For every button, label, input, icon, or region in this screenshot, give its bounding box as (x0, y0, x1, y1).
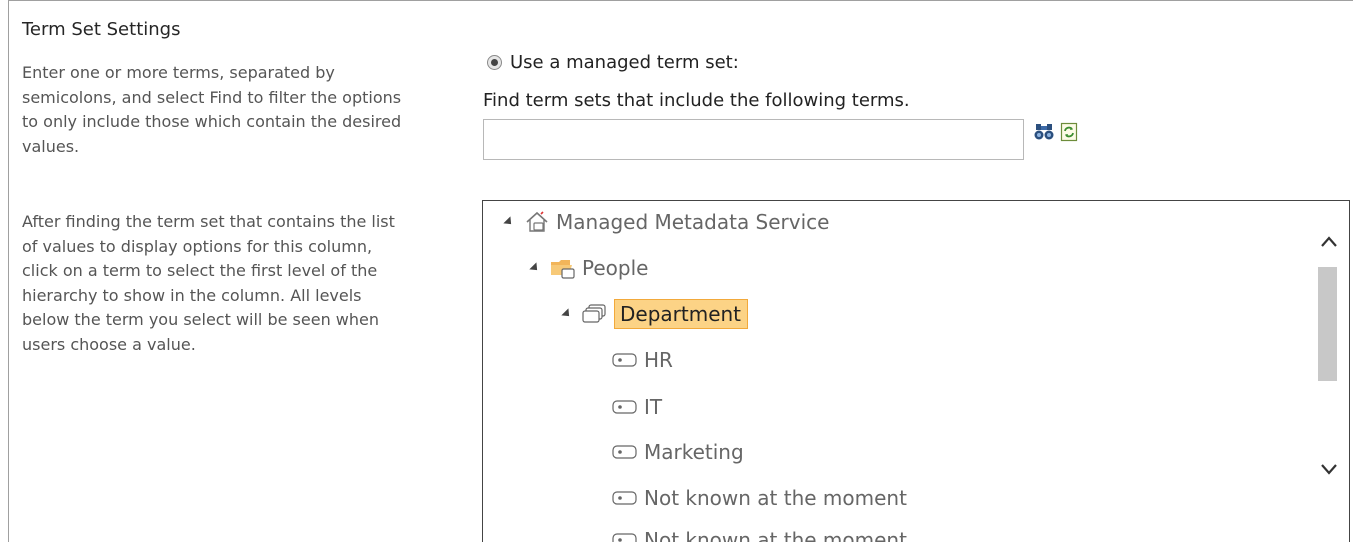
managed-term-set-label: Use a managed term set: (510, 52, 739, 73)
expand-triangle-icon[interactable] (561, 308, 573, 320)
radio-dot (491, 59, 498, 66)
scroll-down-icon[interactable] (1319, 461, 1339, 477)
term-label: HR (644, 348, 673, 372)
tree-group-label: People (582, 256, 649, 280)
term-label: Marketing (644, 440, 744, 464)
tree-term-item[interactable]: Not known at the moment (612, 528, 907, 542)
tree-node-group[interactable]: People (529, 256, 649, 280)
find-term-sets-label: Find term sets that include the followin… (483, 90, 910, 111)
tree-node-termset[interactable]: Department (561, 299, 749, 329)
folder-icon (550, 257, 576, 279)
tree-term-item[interactable]: Marketing (612, 440, 744, 464)
tree-term-item[interactable]: Not known at the moment (612, 486, 907, 510)
term-icon (612, 396, 638, 418)
term-icon (612, 487, 638, 509)
term-set-tree[interactable]: Managed Metadata Service People Departme… (482, 200, 1350, 542)
scroll-thumb[interactable] (1318, 267, 1337, 381)
managed-term-set-option[interactable]: Use a managed term set: (487, 52, 739, 73)
tree-termset-label[interactable]: Department (614, 299, 749, 329)
tree-term-item[interactable]: IT (612, 395, 662, 419)
term-label: Not known at the moment (644, 486, 907, 510)
term-label: Not known at the moment (644, 528, 907, 542)
expand-triangle-icon[interactable] (503, 216, 515, 228)
term-label: IT (644, 395, 663, 419)
scroll-up-icon[interactable] (1319, 234, 1339, 250)
metadata-service-icon (524, 211, 550, 233)
section-title: Term Set Settings (22, 19, 181, 40)
term-icon (612, 349, 638, 371)
term-icon (612, 441, 638, 463)
refresh-button[interactable] (1058, 121, 1080, 143)
find-button[interactable] (1033, 121, 1055, 143)
term-icon (612, 529, 638, 542)
refresh-icon (1060, 122, 1078, 142)
tree-term-item[interactable]: HR (612, 348, 673, 372)
term-search-input[interactable] (483, 119, 1024, 160)
term-set-icon (582, 303, 608, 325)
selection-description: After finding the term set that contains… (22, 212, 395, 354)
find-description: Enter one or more terms, separated by se… (22, 63, 402, 156)
binoculars-icon (1034, 124, 1054, 140)
managed-term-set-radio[interactable] (487, 55, 502, 70)
tree-node-root[interactable]: Managed Metadata Service (503, 210, 830, 234)
expand-triangle-icon[interactable] (529, 262, 541, 274)
tree-scrollbar[interactable] (1309, 201, 1349, 542)
tree-root-label: Managed Metadata Service (556, 210, 830, 234)
